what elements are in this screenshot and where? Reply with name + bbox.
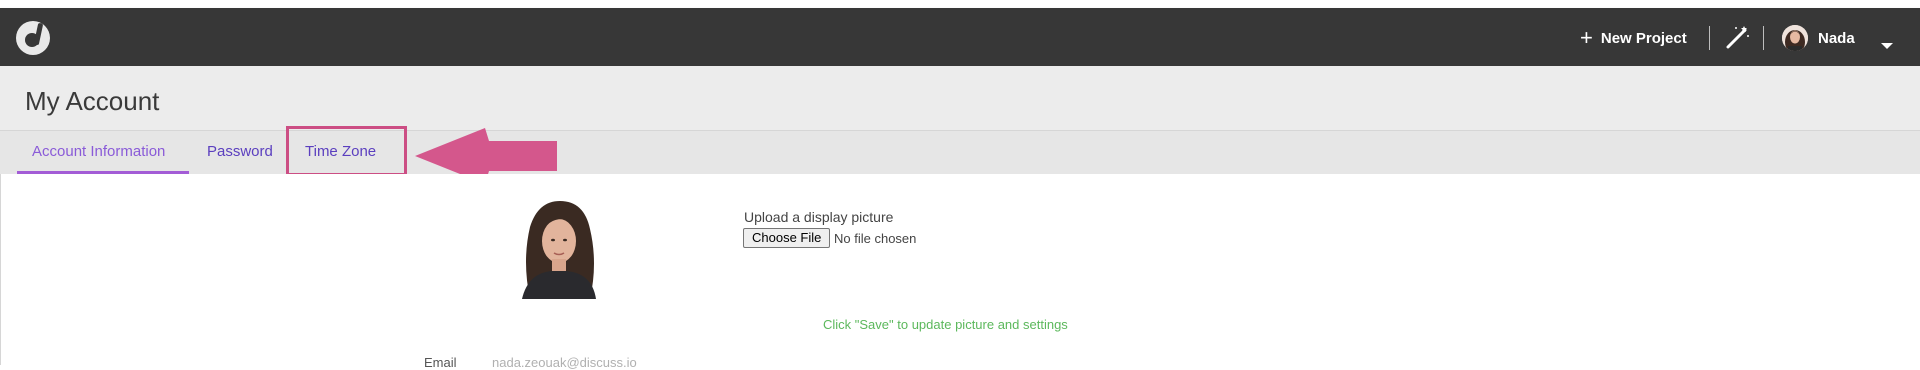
user-avatar [1782, 25, 1808, 51]
plus-icon: + [1580, 25, 1593, 50]
top-strip [0, 0, 1920, 8]
tab-password[interactable]: Password [207, 143, 273, 160]
caret-down-icon[interactable] [1881, 43, 1893, 49]
time-zone-highlight-box [286, 126, 407, 176]
panel-left-border [0, 174, 1, 365]
page-title: My Account [25, 86, 160, 116]
page-header: My Account [0, 66, 1920, 131]
profile-picture [508, 199, 608, 299]
user-menu[interactable]: Nada [1782, 24, 1855, 52]
discuss-logo-icon[interactable] [16, 21, 50, 55]
tab-account-information[interactable]: Account Information [32, 143, 165, 160]
magic-wand-icon[interactable] [1724, 25, 1750, 51]
top-navbar: + New Project Nada [0, 8, 1920, 66]
account-information-panel [0, 174, 1920, 365]
choose-file-button[interactable]: Choose File [743, 228, 831, 248]
save-hint: Click "Save" to update picture and setti… [823, 317, 1068, 332]
new-project-label: New Project [1600, 29, 1687, 47]
file-status: No file chosen [834, 231, 917, 246]
navbar-divider [1709, 26, 1710, 50]
navbar-divider [1763, 26, 1764, 50]
user-name: Nada [1818, 29, 1855, 47]
email-label: Email [424, 355, 457, 370]
new-project-button[interactable]: + New Project [1580, 26, 1687, 50]
upload-label: Upload a display picture [744, 209, 894, 225]
email-field[interactable]: nada.zeouak@discuss.io [492, 355, 637, 370]
logo-stem [33, 22, 44, 46]
